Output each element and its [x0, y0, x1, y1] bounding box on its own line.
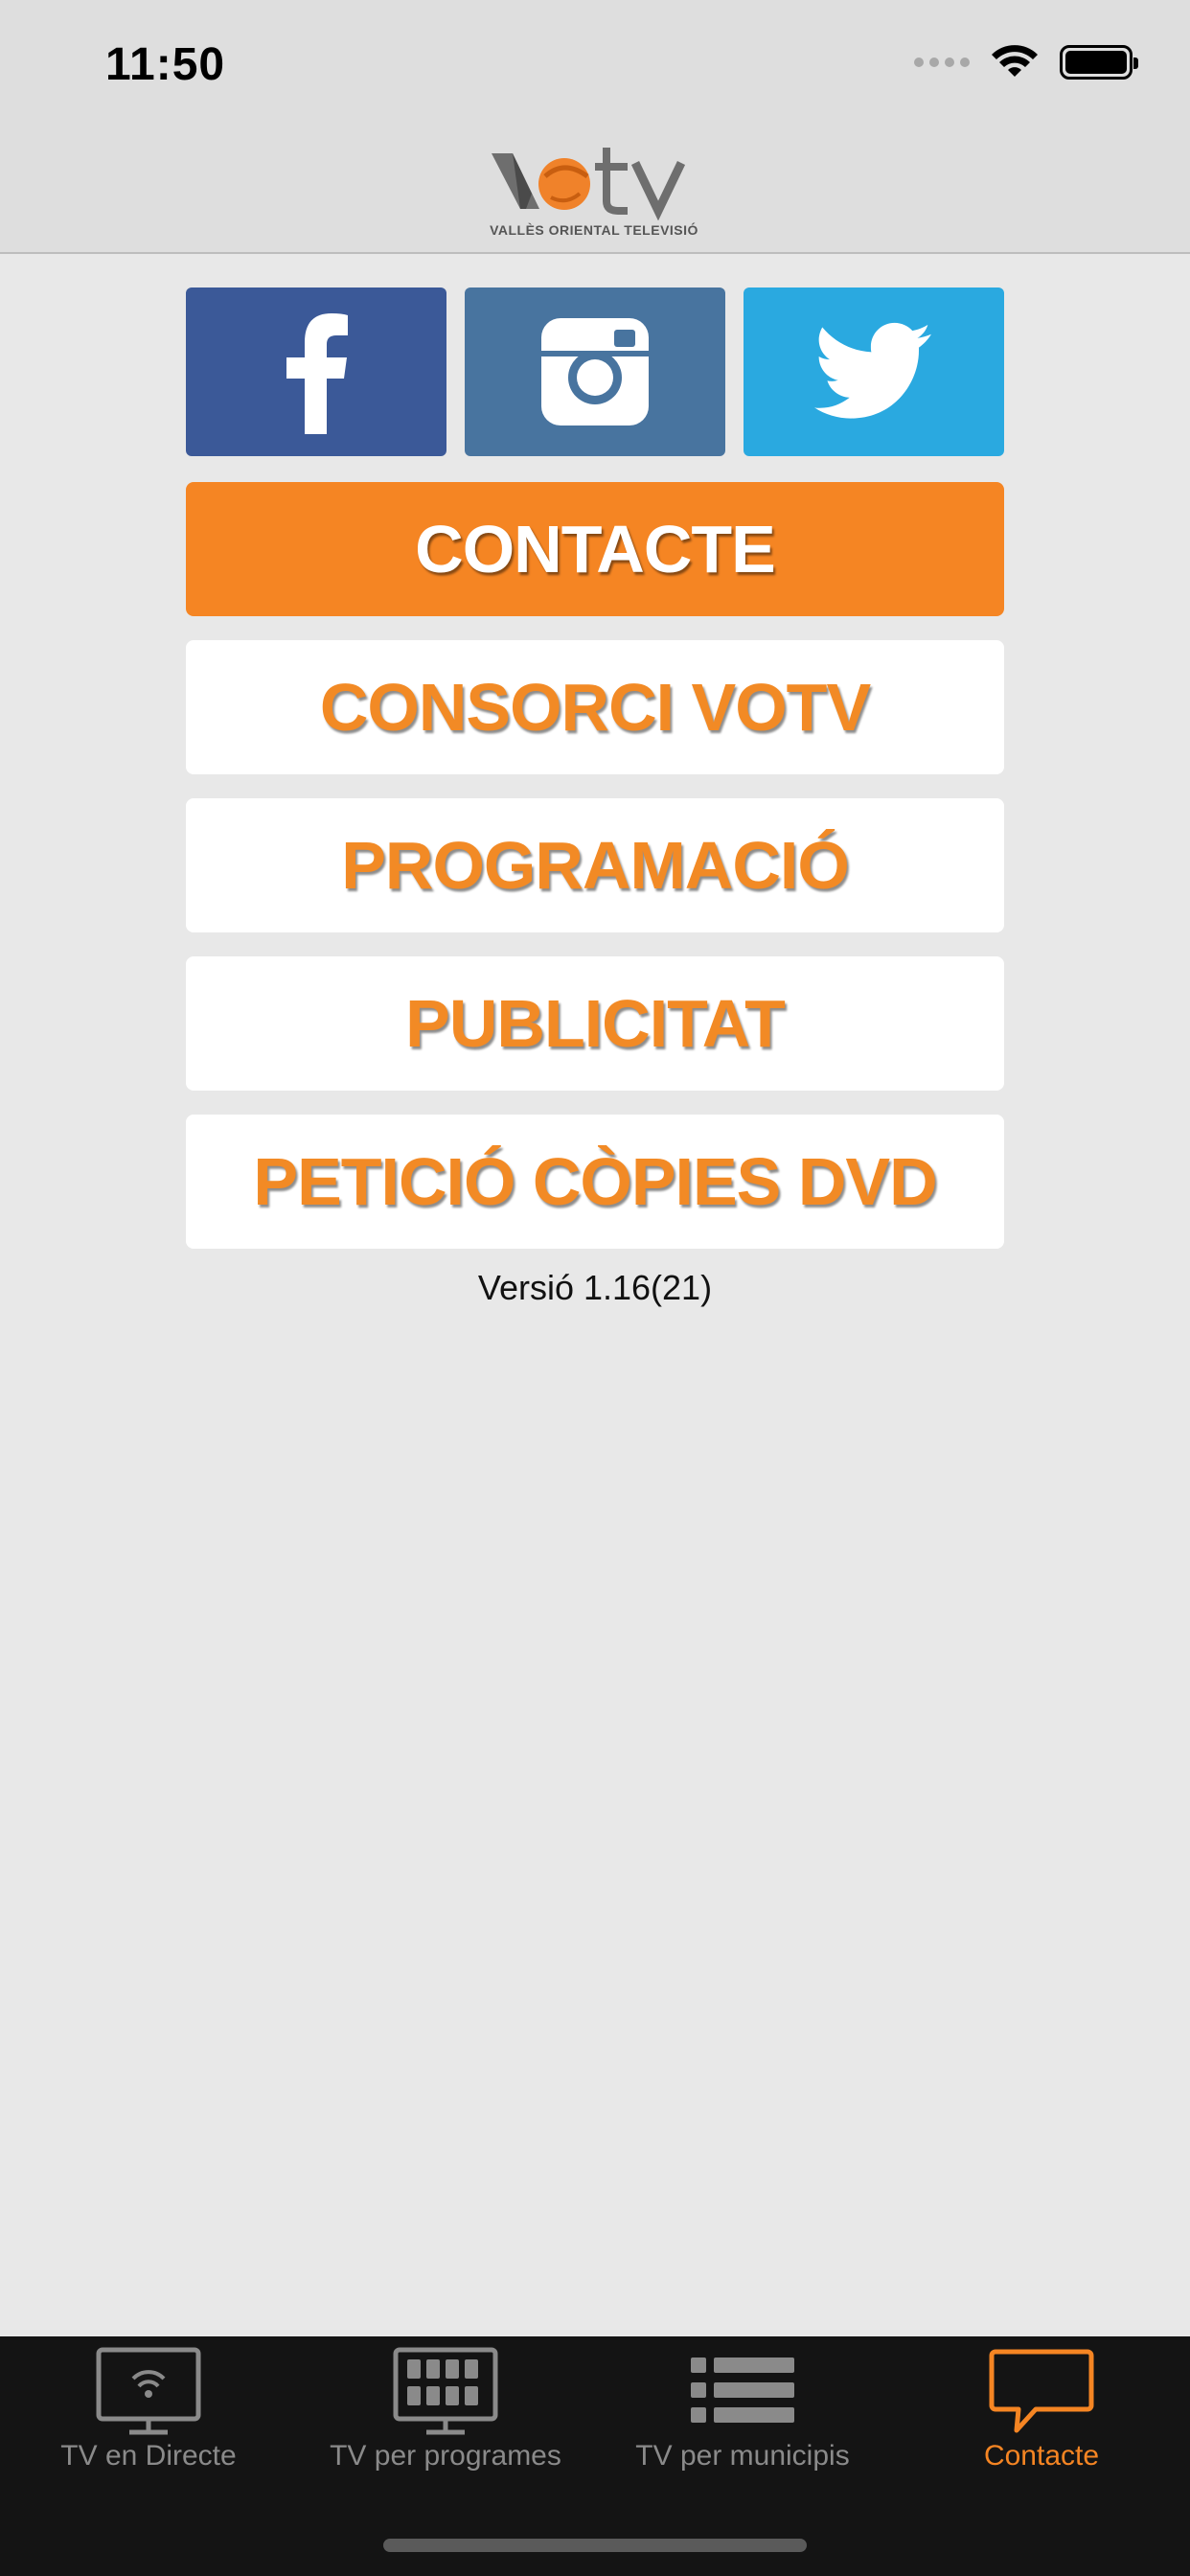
home-indicator[interactable]: [383, 2539, 807, 2552]
battery-icon: [1060, 45, 1138, 80]
tab-label: TV per municipis: [635, 2440, 850, 2472]
tab-label: TV en Directe: [60, 2440, 237, 2472]
top-bar: 11:50 VALLÈS ORIENTAL TELEVISIÓ: [0, 0, 1190, 254]
programacio-button[interactable]: PROGRAMACIÓ: [186, 798, 1004, 932]
live-tv-icon: [96, 2347, 201, 2435]
list-icon: [691, 2358, 794, 2423]
status-icons: [914, 44, 1138, 80]
social-links: [186, 288, 1004, 456]
instagram-icon: [541, 318, 649, 426]
wifi-icon: [992, 45, 1038, 77]
tab-tv-per-programes[interactable]: TV per programes: [297, 2336, 594, 2499]
twitter-button[interactable]: [744, 288, 1004, 456]
votv-logo: VALLÈS ORIENTAL TELEVISIÓ: [484, 134, 704, 247]
instagram-button[interactable]: [465, 288, 725, 456]
logo-subtitle: VALLÈS ORIENTAL TELEVISIÓ: [490, 222, 698, 238]
publicitat-button[interactable]: PUBLICITAT: [186, 956, 1004, 1091]
chat-bubble-icon: [989, 2349, 1094, 2433]
tab-tv-en-directe[interactable]: TV en Directe: [0, 2336, 297, 2499]
facebook-button[interactable]: [186, 288, 446, 456]
twitter-icon: [814, 322, 931, 419]
programs-grid-icon: [393, 2347, 498, 2435]
peticio-copies-dvd-button[interactable]: PETICIÓ CÒPIES DVD: [186, 1115, 1004, 1249]
tab-contacte[interactable]: Contacte: [893, 2336, 1190, 2499]
status-time: 11:50: [105, 39, 226, 90]
facebook-icon: [286, 313, 348, 434]
tab-label: TV per programes: [330, 2440, 561, 2472]
tab-label: Contacte: [983, 2440, 1100, 2472]
contacte-button[interactable]: CONTACTE: [186, 482, 1004, 616]
cellular-signal-icon: [914, 58, 970, 67]
tab-tv-per-municipis[interactable]: TV per municipis: [594, 2336, 891, 2499]
consorci-votv-button[interactable]: CONSORCI VOTV: [186, 640, 1004, 774]
version-label: Versió 1.16(21): [477, 1268, 713, 1307]
